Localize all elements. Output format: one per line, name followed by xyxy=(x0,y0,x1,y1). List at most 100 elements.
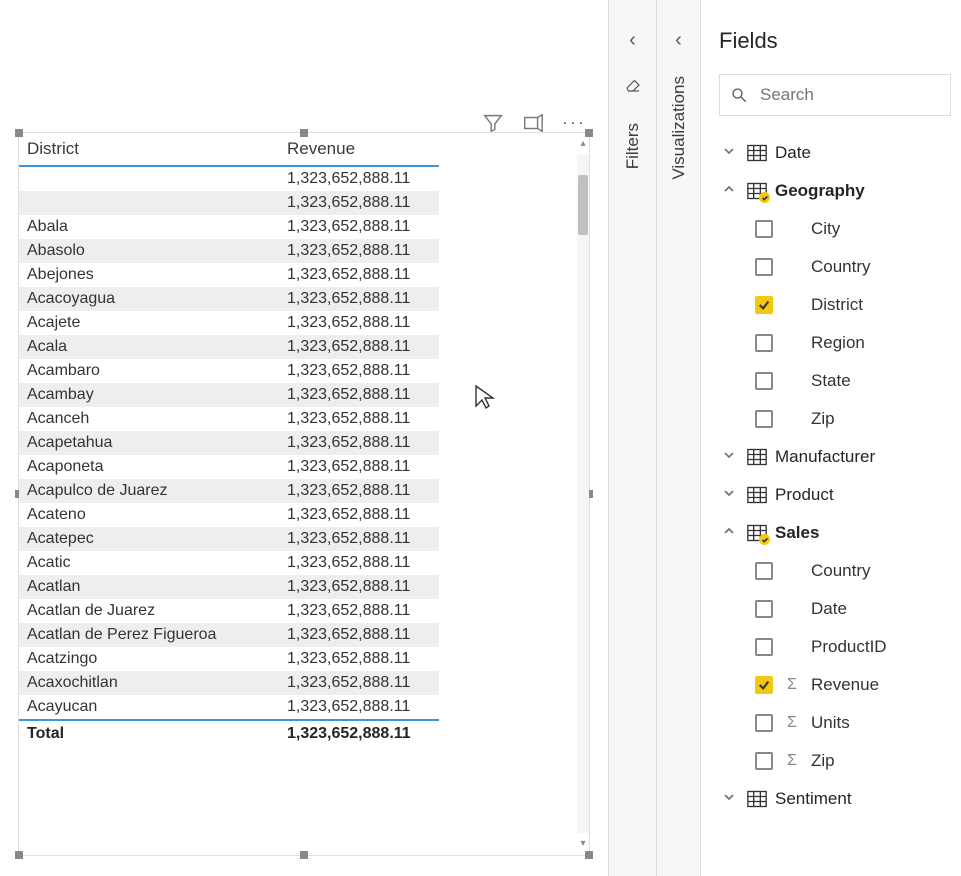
table-row[interactable]: Acatzingo1,323,652,888.11 xyxy=(19,647,439,671)
cell-revenue: 1,323,652,888.11 xyxy=(279,431,439,455)
expand-caret[interactable] xyxy=(719,789,739,809)
eraser-icon[interactable] xyxy=(624,76,642,97)
column-header-district[interactable]: District xyxy=(19,133,279,166)
visualizations-pane-collapsed[interactable]: ‹ Visualizations xyxy=(657,0,700,876)
table-node[interactable]: Geography xyxy=(719,172,961,210)
cell-revenue: 1,323,652,888.11 xyxy=(279,335,439,359)
table-row[interactable]: Acala1,323,652,888.11 xyxy=(19,335,439,359)
scrollbar-track[interactable] xyxy=(577,155,589,833)
table-row[interactable]: Acatlan de Perez Figueroa1,323,652,888.1… xyxy=(19,623,439,647)
field-checkbox[interactable] xyxy=(755,372,773,390)
table-node[interactable]: Sentiment xyxy=(719,780,961,818)
field-item[interactable]: Σ Units xyxy=(719,704,961,742)
table-row[interactable]: Acatepec1,323,652,888.11 xyxy=(19,527,439,551)
expand-caret[interactable] xyxy=(719,181,739,201)
table-row[interactable]: Acacoyagua1,323,652,888.11 xyxy=(19,287,439,311)
field-checkbox[interactable] xyxy=(755,562,773,580)
cell-district: Acatlan de Juarez xyxy=(19,599,279,623)
field-checkbox[interactable] xyxy=(755,714,773,732)
table-row[interactable]: Acatic1,323,652,888.11 xyxy=(19,551,439,575)
table-node[interactable]: Manufacturer xyxy=(719,438,961,476)
field-label: ProductID xyxy=(811,637,887,657)
cell-revenue: 1,323,652,888.11 xyxy=(279,551,439,575)
field-item[interactable]: Σ Date xyxy=(719,590,961,628)
table-node[interactable]: Sales xyxy=(719,514,961,552)
field-checkbox[interactable] xyxy=(755,296,773,314)
scroll-up-arrow[interactable]: ▴ xyxy=(577,135,589,153)
field-checkbox[interactable] xyxy=(755,676,773,694)
expand-caret[interactable] xyxy=(719,447,739,467)
table-row[interactable]: Acambay1,323,652,888.11 xyxy=(19,383,439,407)
column-header-revenue[interactable]: Revenue xyxy=(279,133,439,166)
field-checkbox[interactable] xyxy=(755,334,773,352)
table-row[interactable]: Acatlan de Juarez1,323,652,888.11 xyxy=(19,599,439,623)
table-row[interactable]: Acapulco de Juarez1,323,652,888.11 xyxy=(19,479,439,503)
table-row[interactable]: Acajete1,323,652,888.11 xyxy=(19,311,439,335)
cell-revenue: 1,323,652,888.11 xyxy=(279,263,439,287)
search-input[interactable] xyxy=(758,75,944,115)
search-icon xyxy=(730,86,748,104)
table-row[interactable]: Acambaro1,323,652,888.11 xyxy=(19,359,439,383)
cell-revenue: 1,323,652,888.11 xyxy=(279,575,439,599)
table-row[interactable]: 1,323,652,888.11 xyxy=(19,166,439,191)
fields-search[interactable] xyxy=(719,74,951,116)
field-checkbox[interactable] xyxy=(755,410,773,428)
table-label: Product xyxy=(775,485,834,505)
table-label: Sentiment xyxy=(775,789,852,809)
field-item[interactable]: Σ State xyxy=(719,362,961,400)
field-item[interactable]: Σ Zip xyxy=(719,400,961,438)
cell-revenue: 1,323,652,888.11 xyxy=(279,215,439,239)
fields-pane-title: Fields xyxy=(719,28,961,54)
field-checkbox[interactable] xyxy=(755,258,773,276)
table-row[interactable]: 1,323,652,888.11 xyxy=(19,191,439,215)
table-node[interactable]: Date xyxy=(719,134,961,172)
expand-visualizations-chevron[interactable]: ‹ xyxy=(675,30,682,50)
cell-revenue: 1,323,652,888.11 xyxy=(279,166,439,191)
field-checkbox[interactable] xyxy=(755,600,773,618)
field-item[interactable]: Σ Country xyxy=(719,248,961,286)
table-icon xyxy=(747,448,767,466)
field-item[interactable]: Σ Region xyxy=(719,324,961,362)
report-canvas[interactable]: ··· District Revenue 1,323,652,888.111,3… xyxy=(0,0,608,876)
scroll-down-arrow[interactable]: ▾ xyxy=(577,835,589,853)
table-node[interactable]: Product xyxy=(719,476,961,514)
table-row[interactable]: Acaponeta1,323,652,888.11 xyxy=(19,455,439,479)
field-checkbox[interactable] xyxy=(755,752,773,770)
table-icon xyxy=(747,486,767,504)
cell-district: Acajete xyxy=(19,311,279,335)
cell-revenue: 1,323,652,888.11 xyxy=(279,311,439,335)
expand-caret[interactable] xyxy=(719,523,739,543)
expand-caret[interactable] xyxy=(719,143,739,163)
scrollbar-thumb[interactable] xyxy=(578,175,588,235)
field-item[interactable]: Σ Country xyxy=(719,552,961,590)
table-row[interactable]: Abala1,323,652,888.11 xyxy=(19,215,439,239)
field-item[interactable]: Σ District xyxy=(719,286,961,324)
cell-district: Acapetahua xyxy=(19,431,279,455)
table-row[interactable]: Acapetahua1,323,652,888.11 xyxy=(19,431,439,455)
cell-revenue: 1,323,652,888.11 xyxy=(279,455,439,479)
field-item[interactable]: Σ Zip xyxy=(719,742,961,780)
field-label: Revenue xyxy=(811,675,879,695)
table-row[interactable]: Abasolo1,323,652,888.11 xyxy=(19,239,439,263)
field-checkbox[interactable] xyxy=(755,638,773,656)
table-row[interactable]: Acanceh1,323,652,888.11 xyxy=(19,407,439,431)
table-row[interactable]: Acateno1,323,652,888.11 xyxy=(19,503,439,527)
field-item[interactable]: Σ Revenue xyxy=(719,666,961,704)
cell-revenue: 1,323,652,888.11 xyxy=(279,287,439,311)
table-row[interactable]: Acatlan1,323,652,888.11 xyxy=(19,575,439,599)
filters-pane-collapsed[interactable]: ‹ Filters xyxy=(609,0,656,876)
field-item[interactable]: Σ City xyxy=(719,210,961,248)
fields-pane: Fields Date Geography Σ City xyxy=(701,0,961,876)
table-row[interactable]: Abejones1,323,652,888.11 xyxy=(19,263,439,287)
cell-district: Acatic xyxy=(19,551,279,575)
expand-filters-chevron[interactable]: ‹ xyxy=(629,30,636,50)
cell-revenue: 1,323,652,888.11 xyxy=(279,695,439,720)
table-row[interactable]: Acaxochitlan1,323,652,888.11 xyxy=(19,671,439,695)
cell-revenue: 1,323,652,888.11 xyxy=(279,647,439,671)
table-icon xyxy=(747,790,767,808)
field-item[interactable]: Σ ProductID xyxy=(719,628,961,666)
field-checkbox[interactable] xyxy=(755,220,773,238)
expand-caret[interactable] xyxy=(719,485,739,505)
table-row[interactable]: Acayucan1,323,652,888.11 xyxy=(19,695,439,720)
table-visual[interactable]: District Revenue 1,323,652,888.111,323,6… xyxy=(18,132,590,856)
